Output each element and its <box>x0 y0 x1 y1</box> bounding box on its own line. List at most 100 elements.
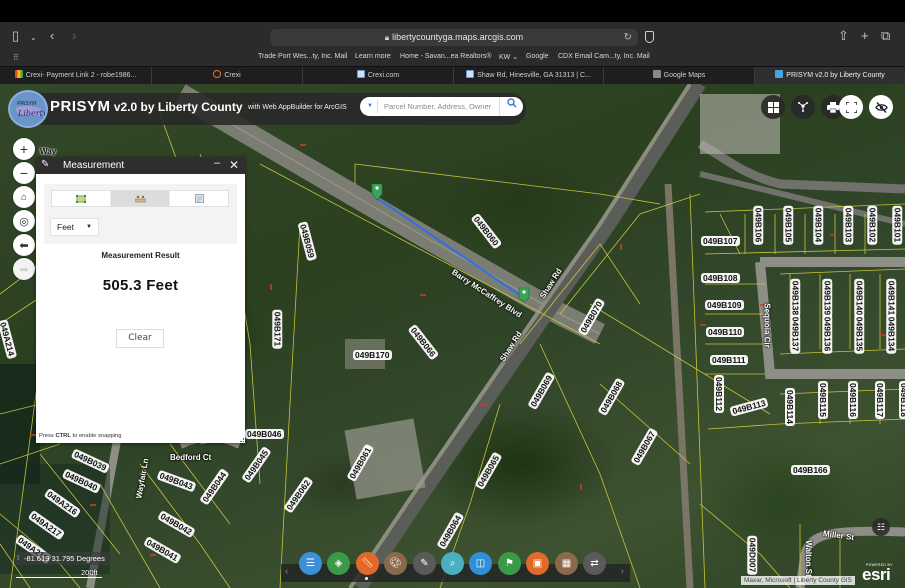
draw-icon: ✎ <box>420 558 429 569</box>
clear-button[interactable]: Clear <box>116 329 164 348</box>
new-tab-icon[interactable]: + <box>861 28 869 44</box>
grid-icon: ▦ <box>561 558 572 569</box>
hide-layers-button[interactable] <box>869 95 893 119</box>
bookmark-item[interactable]: CDX Email Cam...ty, Inc. Mail <box>558 53 650 60</box>
share-button[interactable] <box>791 95 815 119</box>
dock-layer-list-button[interactable]: ◈ <box>327 552 350 575</box>
coordinate-menu-icon[interactable]: ⁝ <box>17 552 19 565</box>
parcel-label: 049B109 <box>705 300 744 310</box>
tab-area[interactable] <box>52 191 111 206</box>
grid-icon[interactable]: ⠿ <box>13 53 19 62</box>
resize-handle[interactable] <box>240 438 244 442</box>
parcel-label: 049B104 <box>813 205 824 245</box>
search-source-dropdown[interactable]: ▼ <box>364 97 376 116</box>
location-icon <box>194 194 204 203</box>
dock-grid-button[interactable]: ▦ <box>555 552 578 575</box>
previous-extent-button[interactable]: ⬅ <box>13 234 35 256</box>
measurement-panel: ✎ Measurement – ✕ Feet ▼ Measurement Res… <box>36 157 245 443</box>
home-button[interactable]: ⌂ <box>13 186 35 208</box>
dock-legend-button[interactable]: ☰ <box>299 552 322 575</box>
chevron-down-icon[interactable]: ⌄ <box>30 30 37 46</box>
parcel-label: 049D007 <box>747 535 758 575</box>
dock-bookmark-button[interactable]: ⚑ <box>498 552 521 575</box>
zoom-in-button[interactable]: + <box>13 138 35 160</box>
result-value: 505.3 Feet <box>102 277 179 294</box>
parcel-label: 049B107 <box>701 236 740 246</box>
close-button[interactable]: ✕ <box>229 158 239 172</box>
tab-label: Shaw Rd, Hinesville, GA 31313 | C... <box>477 72 591 79</box>
road-label: Walton St <box>803 540 813 577</box>
minus-icon: − <box>19 165 29 181</box>
tab-prisym[interactable]: PRISYM v2.0 by Liberty County <box>755 67 905 85</box>
tab-crexi[interactable]: Crexi <box>152 67 303 85</box>
tab-overview-icon[interactable]: ⧉ <box>881 28 890 44</box>
esri-wordmark: esri <box>862 565 891 584</box>
dock-prev-button[interactable]: ‹ <box>285 566 288 577</box>
dock-basemap-gallery-button[interactable]: 🎨︎ <box>384 552 407 575</box>
basemap-toggle-button[interactable]: ☷ <box>872 518 890 536</box>
minimize-button[interactable]: – <box>214 157 220 169</box>
tab-crexi-com[interactable]: Crexi.com <box>303 67 454 85</box>
panel-header: ✎ Measurement – ✕ <box>36 157 245 174</box>
dock-measurement-button[interactable]: 📏︎ <box>356 552 379 575</box>
tab-label: Google Maps <box>663 72 706 79</box>
bookmark-item[interactable]: Trade Port Wes...ty, Inc. Mail <box>258 53 347 60</box>
widget-grid-button[interactable] <box>761 95 785 119</box>
panel-title: Measurement <box>63 160 125 171</box>
arrow-right-icon: ➡ <box>19 263 29 276</box>
dock-draw-button[interactable]: ✎ <box>413 552 436 575</box>
parcel-label: 049B115 <box>818 380 829 420</box>
legend-icon: ☰ <box>306 558 315 569</box>
eye-off-icon <box>874 101 888 113</box>
tab-crexi-payment[interactable]: Crexi- Payment Link 2 - robe1986... <box>0 67 152 85</box>
privacy-shield-icon[interactable] <box>645 31 654 43</box>
dock-photo-button[interactable]: ▣ <box>526 552 549 575</box>
fullscreen-button[interactable] <box>839 95 863 119</box>
parcel-label: 049B134 <box>886 314 897 354</box>
parcel-label: 049B135 <box>854 314 865 354</box>
search-input[interactable] <box>384 100 500 113</box>
parcel-label: 049B117 <box>875 380 886 420</box>
print-icon <box>827 101 839 113</box>
parcel-label: 049B118 <box>899 380 905 420</box>
bookmark-item[interactable]: KW ⌄ <box>499 53 518 61</box>
tab-location[interactable] <box>170 191 228 206</box>
back-icon[interactable]: ‹ <box>50 28 54 44</box>
parcel-label: 049B106 <box>753 205 764 245</box>
basemap-gallery-icon: 🎨︎ <box>389 558 402 569</box>
snap-key: CTRL <box>55 433 71 439</box>
next-extent-button[interactable]: ➡ <box>13 258 35 280</box>
dock-next-button[interactable]: › <box>621 566 624 577</box>
search-button[interactable] <box>499 97 523 116</box>
bookmark-item[interactable]: Learn more <box>355 53 391 60</box>
tab-shaw-rd[interactable]: Shaw Rd, Hinesville, GA 31313 | C... <box>454 67 604 85</box>
table-icon: ☷ <box>876 522 886 532</box>
unit-select[interactable]: Feet ▼ <box>50 218 99 236</box>
fullscreen-icon <box>845 101 857 113</box>
dock-swipe-button[interactable]: ◫ <box>469 552 492 575</box>
app-title-version: v2.0 by Liberty County <box>110 100 243 114</box>
bookmark-item[interactable]: Home - Savan...ea Realtors® <box>400 53 492 60</box>
tab-label: Crexi.com <box>367 72 400 79</box>
forward-icon[interactable]: › <box>72 28 76 44</box>
active-widget-indicator <box>365 577 368 580</box>
scale-bar <box>16 577 102 578</box>
coordinate-conversion-icon: ⇄ <box>590 558 599 569</box>
tab-label: PRISYM v2.0 by Liberty County <box>786 72 885 79</box>
zoom-out-button[interactable]: − <box>13 162 35 184</box>
road-label: Sequoia Cir <box>762 303 772 348</box>
tab-distance[interactable] <box>111 191 170 206</box>
dock-query-button[interactable]: ⌕ <box>441 552 464 575</box>
tab-google-maps[interactable]: Google Maps <box>604 67 755 85</box>
locate-button[interactable]: ◎ <box>13 210 35 232</box>
bookmarks-bar: ⠿ Trade Port Wes...ty, Inc. Mail Learn m… <box>0 50 905 66</box>
parcel-label: 049B102 <box>867 205 878 245</box>
reload-icon[interactable]: ↻ <box>624 29 632 46</box>
sidebar-toggle-icon[interactable]: ▯ <box>12 28 19 44</box>
layer-list-icon: ◈ <box>334 558 343 569</box>
address-bar[interactable]: 🔒︎ libertycountyga.maps.arcgis.com ↻ <box>270 29 638 46</box>
distance-icon <box>134 195 146 202</box>
share-icon[interactable]: ⇧ <box>838 28 849 44</box>
bookmark-item[interactable]: Google <box>526 53 549 60</box>
dock-coordinate-conversion-button[interactable]: ⇄ <box>583 552 606 575</box>
